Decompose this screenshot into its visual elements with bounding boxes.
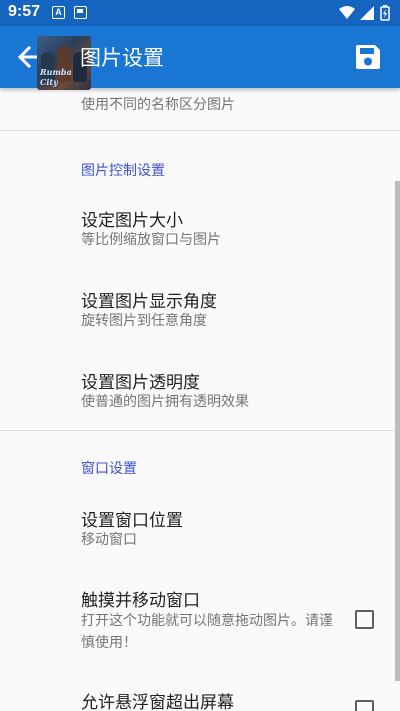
- pref-title: 设置窗口位置: [81, 511, 183, 531]
- pref-touch-move-window[interactable]: 触摸并移动窗口 打开这个功能就可以随意拖动图片。请谨慎使用！: [0, 576, 400, 666]
- battery-icon: [380, 5, 390, 21]
- divider: [0, 130, 400, 131]
- category-window: 窗口设置: [81, 461, 137, 477]
- pref-summary: 打开这个功能就可以随意拖动图片。请谨慎使用！: [81, 613, 333, 651]
- allow-overflow-checkbox[interactable]: [355, 700, 374, 711]
- pref-summary: 旋转图片到任意角度: [81, 313, 207, 329]
- pref-title: 设置图片透明度: [81, 373, 200, 393]
- pref-summary: 移动窗口: [81, 532, 137, 548]
- partial-item-summary: 使用不同的名称区分图片: [81, 97, 235, 113]
- pref-title: 设定图片大小: [81, 211, 183, 231]
- scrollbar[interactable]: [395, 181, 400, 681]
- status-time: 9:57: [8, 3, 41, 20]
- pref-image-size[interactable]: 设定图片大小 等比例缩放窗口与图片: [0, 196, 400, 264]
- pref-title: 设置图片显示角度: [81, 292, 217, 312]
- notification-a-icon: A: [52, 6, 65, 19]
- pref-summary: 等比例缩放窗口与图片: [81, 232, 221, 248]
- signal-icon: [360, 6, 374, 20]
- pref-allow-overflow[interactable]: 允许悬浮窗超出屏幕: [0, 678, 400, 711]
- page-title: 图片设置: [80, 46, 164, 70]
- save-floppy-icon[interactable]: [353, 42, 383, 72]
- status-bar: 9:57 A: [0, 0, 400, 26]
- pref-title: 触摸并移动窗口: [81, 591, 200, 611]
- wifi-icon: [339, 6, 355, 19]
- pref-image-rotation[interactable]: 设置图片显示角度 旋转图片到任意角度: [0, 277, 400, 345]
- status-indicators: [339, 5, 390, 21]
- notification-card-icon: [74, 6, 87, 19]
- settings-list[interactable]: 使用不同的名称区分图片 图片控制设置 设定图片大小 等比例缩放窗口与图片 设置图…: [0, 88, 400, 711]
- pref-image-opacity[interactable]: 设置图片透明度 使普通的图片拥有透明效果: [0, 358, 400, 426]
- pref-title: 允许悬浮窗超出屏幕: [81, 693, 234, 711]
- divider: [0, 430, 400, 431]
- touch-move-checkbox[interactable]: [355, 610, 374, 629]
- pref-window-position[interactable]: 设置窗口位置 移动窗口: [0, 496, 400, 564]
- pref-summary: 使普通的图片拥有透明效果: [81, 394, 249, 410]
- app-bar: Rumba City 图片设置: [0, 26, 400, 90]
- category-image-control: 图片控制设置: [81, 163, 165, 179]
